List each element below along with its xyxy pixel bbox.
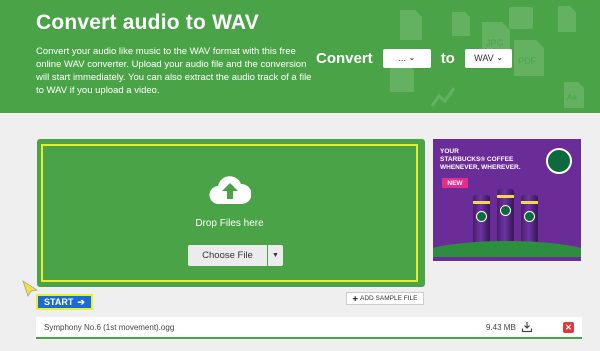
ad-headline-line: STARBUCKS® COFFEE <box>440 156 514 163</box>
add-sample-label: ADD SAMPLE FILE <box>360 295 418 302</box>
add-sample-file-button[interactable]: ✚ ADD SAMPLE FILE <box>346 292 424 305</box>
start-button[interactable]: START ➔ <box>36 294 93 310</box>
drop-files-text: Drop Files here <box>195 218 264 229</box>
format-selector: Convert ... ⌄ to WAV ⌄ <box>316 48 512 68</box>
trend-chart-icon <box>430 87 456 107</box>
choose-file-control: Choose File ▼ <box>188 245 283 266</box>
drop-zone-highlight: Drop Files here Choose File ▼ <box>41 144 418 282</box>
to-label: to <box>440 49 455 67</box>
cloud-upload-icon <box>209 176 251 205</box>
jpg-icon-label: JPG <box>486 38 504 48</box>
ad-fineprint <box>433 256 581 260</box>
font-icon-label: Aa <box>567 93 577 102</box>
page-description: Convert your audio like music to the WAV… <box>36 46 312 96</box>
chart-icon <box>558 6 576 32</box>
arrow-right-icon: ➔ <box>77 296 85 307</box>
download-options-icon[interactable] <box>521 321 533 333</box>
source-format-value: ... <box>398 53 406 63</box>
file-size: 9.43 MB <box>486 323 516 332</box>
document-icon <box>400 10 422 40</box>
file-drop-zone[interactable]: Drop Files here Choose File ▼ <box>37 139 425 287</box>
close-icon: ✕ <box>565 323 572 332</box>
convert-label: Convert <box>316 49 373 67</box>
archive-icon <box>452 12 470 36</box>
pdf-file-icon: PDF <box>514 40 544 76</box>
ad-headline: YOUR STARBUCKS® COFFEE WHENEVER, WHEREVE… <box>440 148 521 172</box>
ad-new-badge: NEW <box>442 178 468 188</box>
advertisement[interactable]: YOUR STARBUCKS® COFFEE WHENEVER, WHEREVE… <box>433 139 581 261</box>
ad-ground-decoration <box>433 241 581 257</box>
page-title: Convert audio to WAV <box>36 11 259 34</box>
ad-headline-line: YOUR <box>440 148 459 155</box>
chevron-down-icon: ⌄ <box>496 55 503 62</box>
font-file-icon: Aa <box>564 82 584 108</box>
choose-file-button[interactable]: Choose File <box>188 245 267 266</box>
chevron-down-icon: ⌄ <box>409 55 415 62</box>
chevron-down-icon: ▼ <box>272 252 279 259</box>
plus-icon: ✚ <box>352 295 358 303</box>
file-name: Symphony No.6 (1st movement).ogg <box>44 323 175 332</box>
target-format-select[interactable]: WAV ⌄ <box>464 48 512 68</box>
target-format-value: WAV <box>474 53 494 63</box>
start-label: START <box>44 297 74 307</box>
starbucks-logo <box>546 148 572 174</box>
ad-headline-line: WHENEVER, WHEREVER. <box>440 164 521 171</box>
file-list-item: Symphony No.6 (1st movement).ogg 9.43 MB… <box>36 317 582 339</box>
source-format-select[interactable]: ... ⌄ <box>382 48 431 68</box>
pdf-icon-label: PDF <box>518 56 537 66</box>
hero-banner: JPG PDF Aa Convert audio to WAV Convert … <box>0 0 600 113</box>
remove-file-button[interactable]: ✕ <box>563 322 574 333</box>
choose-source-dropdown[interactable]: ▼ <box>268 245 283 266</box>
